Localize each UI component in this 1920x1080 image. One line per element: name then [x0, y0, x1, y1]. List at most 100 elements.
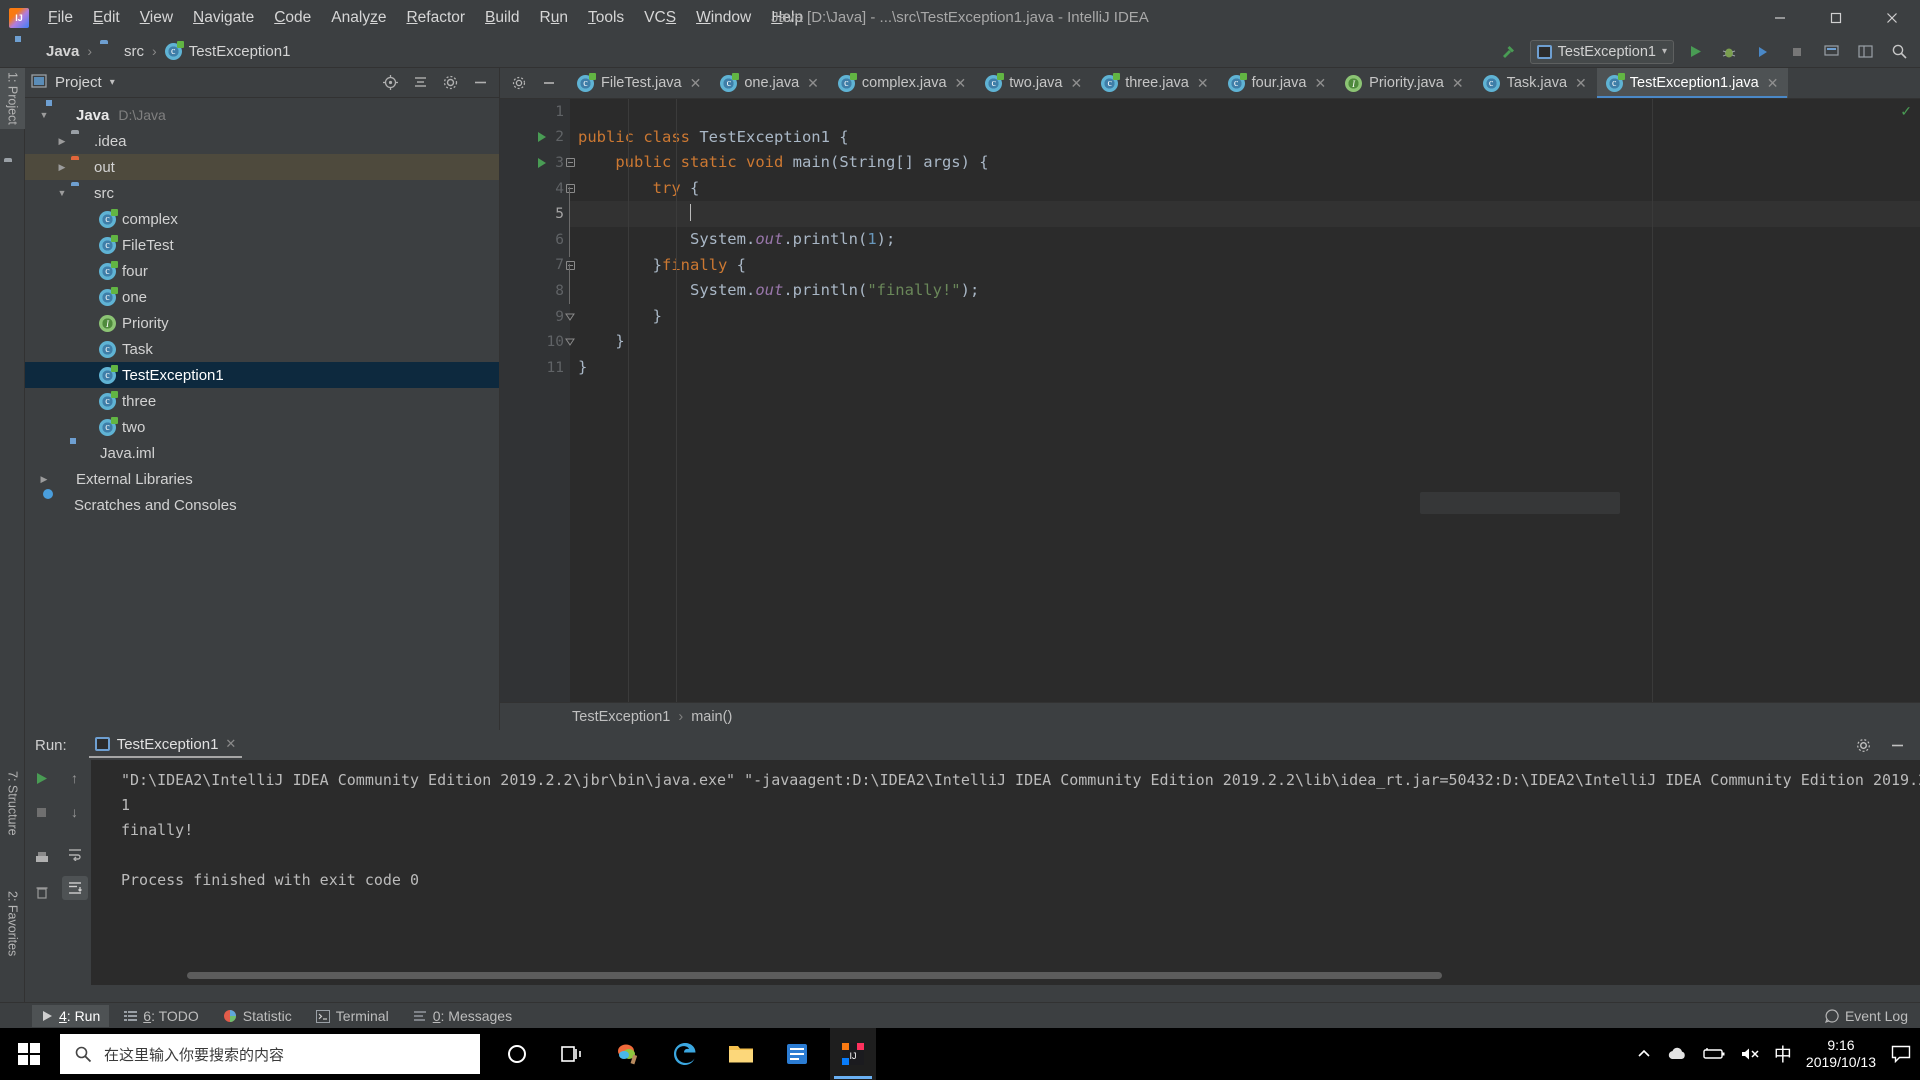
menu-help[interactable]: Help	[761, 5, 813, 31]
menu-navigate[interactable]: Navigate	[183, 5, 264, 31]
close-button[interactable]	[1864, 0, 1920, 35]
search-everywhere-icon[interactable]	[1886, 39, 1912, 65]
stop-icon[interactable]	[1784, 39, 1810, 65]
bottom-item-run[interactable]: 4: Run	[32, 1005, 110, 1027]
tree-row-two[interactable]: two	[25, 414, 499, 440]
minimize-button[interactable]	[1752, 0, 1808, 35]
close-icon[interactable]: ✕	[225, 736, 236, 752]
intellij-idea-icon[interactable]: IJ	[830, 1028, 876, 1080]
menu-refactor[interactable]: Refactor	[396, 5, 475, 31]
stop-icon[interactable]	[29, 800, 55, 824]
scroll-to-end-icon[interactable]	[61, 876, 88, 900]
bottom-item-messages[interactable]: 0: Messages	[404, 1005, 521, 1027]
show-hidden-icons[interactable]	[1636, 1046, 1652, 1062]
tab-task[interactable]: Task.java ✕	[1474, 68, 1597, 98]
tree-row-task[interactable]: Task	[25, 336, 499, 362]
twisty-collapsed-icon[interactable]: ▶	[53, 136, 71, 147]
console-horizontal-scrollbar[interactable]	[187, 972, 1442, 979]
menu-file[interactable]: File	[38, 5, 83, 31]
run-icon[interactable]	[1682, 39, 1708, 65]
up-arrow-icon[interactable]: ↑	[62, 766, 88, 790]
tree-row-testexception1[interactable]: TestException1	[25, 362, 499, 388]
tree-row-src[interactable]: ▼ src	[25, 180, 499, 206]
tab-three[interactable]: three.java ✕	[1092, 68, 1218, 98]
rerun-icon[interactable]	[29, 766, 55, 790]
tree-row-java-module[interactable]: ▼ Java D:\Java	[25, 102, 499, 128]
tree-row-three[interactable]: three	[25, 388, 499, 414]
battery-icon[interactable]	[1702, 1047, 1726, 1061]
layout-icon[interactable]	[1852, 39, 1878, 65]
edge-icon[interactable]	[662, 1028, 708, 1080]
editor-gutter[interactable]: 1 2 3 4 5 6 7 8 9 10 11	[500, 99, 570, 730]
twisty-collapsed-icon[interactable]: ▶	[35, 474, 53, 485]
close-icon[interactable]: ✕	[1197, 75, 1209, 92]
taskbar-clock[interactable]: 9:16 2019/10/13	[1806, 1037, 1876, 1072]
menu-analyze[interactable]: Analyze	[321, 5, 396, 31]
twisty-expanded-icon[interactable]: ▼	[35, 110, 53, 120]
gear-icon[interactable]	[506, 70, 532, 96]
down-arrow-icon[interactable]: ↓	[62, 800, 88, 824]
locate-icon[interactable]	[377, 70, 403, 96]
tab-filetest[interactable]: FileTest.java ✕	[568, 68, 711, 98]
close-icon[interactable]: ✕	[1767, 75, 1779, 92]
task-view-icon[interactable]	[550, 1028, 596, 1080]
run-class-gutter-icon[interactable]	[534, 125, 550, 151]
chevron-down-icon[interactable]: ▾	[110, 77, 115, 88]
close-icon[interactable]: ✕	[807, 75, 819, 92]
stripe-project-button[interactable]: 1: Project	[0, 68, 25, 129]
tab-testexception1[interactable]: TestException1.java ✕	[1596, 68, 1789, 98]
event-log-button[interactable]: Event Log	[1824, 1008, 1908, 1024]
tree-row-scratches[interactable]: Scratches and Consoles	[25, 492, 499, 518]
run-configuration-selector[interactable]: TestException1 ▾	[1529, 39, 1674, 64]
menu-build[interactable]: Build	[475, 5, 529, 31]
close-icon[interactable]: ✕	[1575, 75, 1587, 92]
debug-icon[interactable]	[1716, 39, 1742, 65]
tab-complex[interactable]: complex.java ✕	[829, 68, 976, 98]
breadcrumb-item-class[interactable]: TestException1	[161, 40, 295, 62]
menu-code[interactable]: Code	[264, 5, 321, 31]
notepad-icon[interactable]	[774, 1028, 820, 1080]
tab-one[interactable]: one.java ✕	[711, 68, 829, 98]
tree-row-complex[interactable]: complex	[25, 206, 499, 232]
soft-wrap-icon[interactable]	[62, 842, 88, 866]
code-editor[interactable]: 1 2 3 4 5 6 7 8 9 10 11 public class Tes…	[500, 99, 1920, 730]
tree-row-java-iml[interactable]: Java.iml	[25, 440, 499, 466]
inspection-status-icon[interactable]: ✓	[1900, 103, 1912, 120]
tree-row-filetest[interactable]: FileTest	[25, 232, 499, 258]
editor-breadcrumb-method[interactable]: main()	[691, 709, 732, 725]
menu-run[interactable]: Run	[530, 5, 578, 31]
tree-row-four[interactable]: four	[25, 258, 499, 284]
close-icon[interactable]: ✕	[955, 75, 967, 92]
menu-edit[interactable]: Edit	[83, 5, 130, 31]
stripe-favorites-button[interactable]: 2: Favorites	[0, 887, 25, 960]
close-icon[interactable]: ✕	[1070, 75, 1082, 92]
cortana-icon[interactable]	[494, 1028, 540, 1080]
menu-tools[interactable]: Tools	[578, 5, 634, 31]
ime-indicator[interactable]: 中	[1774, 1041, 1792, 1067]
file-explorer-icon[interactable]	[718, 1028, 764, 1080]
tab-priority[interactable]: Priority.java ✕	[1336, 68, 1473, 98]
console-output[interactable]: "D:\IDEA2\IntelliJ IDEA Community Editio…	[91, 760, 1920, 985]
tree-row-one[interactable]: one	[25, 284, 499, 310]
build-hammer-icon[interactable]	[1496, 39, 1522, 65]
windows-start-icon[interactable]	[0, 1028, 58, 1080]
bottom-item-todo[interactable]: 6: TODO	[115, 1005, 208, 1027]
hide-icon[interactable]	[536, 70, 562, 96]
tab-four[interactable]: four.java ✕	[1219, 68, 1337, 98]
breadcrumb-item-module[interactable]: Java	[18, 40, 83, 62]
run-tab-testexception1[interactable]: TestException1 ✕	[88, 733, 243, 758]
paint-3d-icon[interactable]	[606, 1028, 652, 1080]
close-icon[interactable]: ✕	[1452, 75, 1464, 92]
hide-icon[interactable]	[467, 70, 493, 96]
taskbar-search-box[interactable]: 在这里输入你要搜索的内容	[60, 1034, 480, 1074]
trash-icon[interactable]	[29, 880, 55, 904]
code-text[interactable]: public class TestException1 { public sta…	[570, 99, 1920, 730]
menu-vcs[interactable]: VCS	[634, 5, 686, 31]
gear-icon[interactable]	[437, 70, 463, 96]
bottom-item-terminal[interactable]: Terminal	[307, 1005, 398, 1027]
breadcrumb-item-src[interactable]: src	[96, 40, 148, 62]
twisty-collapsed-icon[interactable]: ▶	[53, 162, 71, 173]
notification-icon[interactable]	[1890, 1034, 1912, 1074]
collapse-all-icon[interactable]	[407, 70, 433, 96]
menu-view[interactable]: View	[130, 5, 183, 31]
